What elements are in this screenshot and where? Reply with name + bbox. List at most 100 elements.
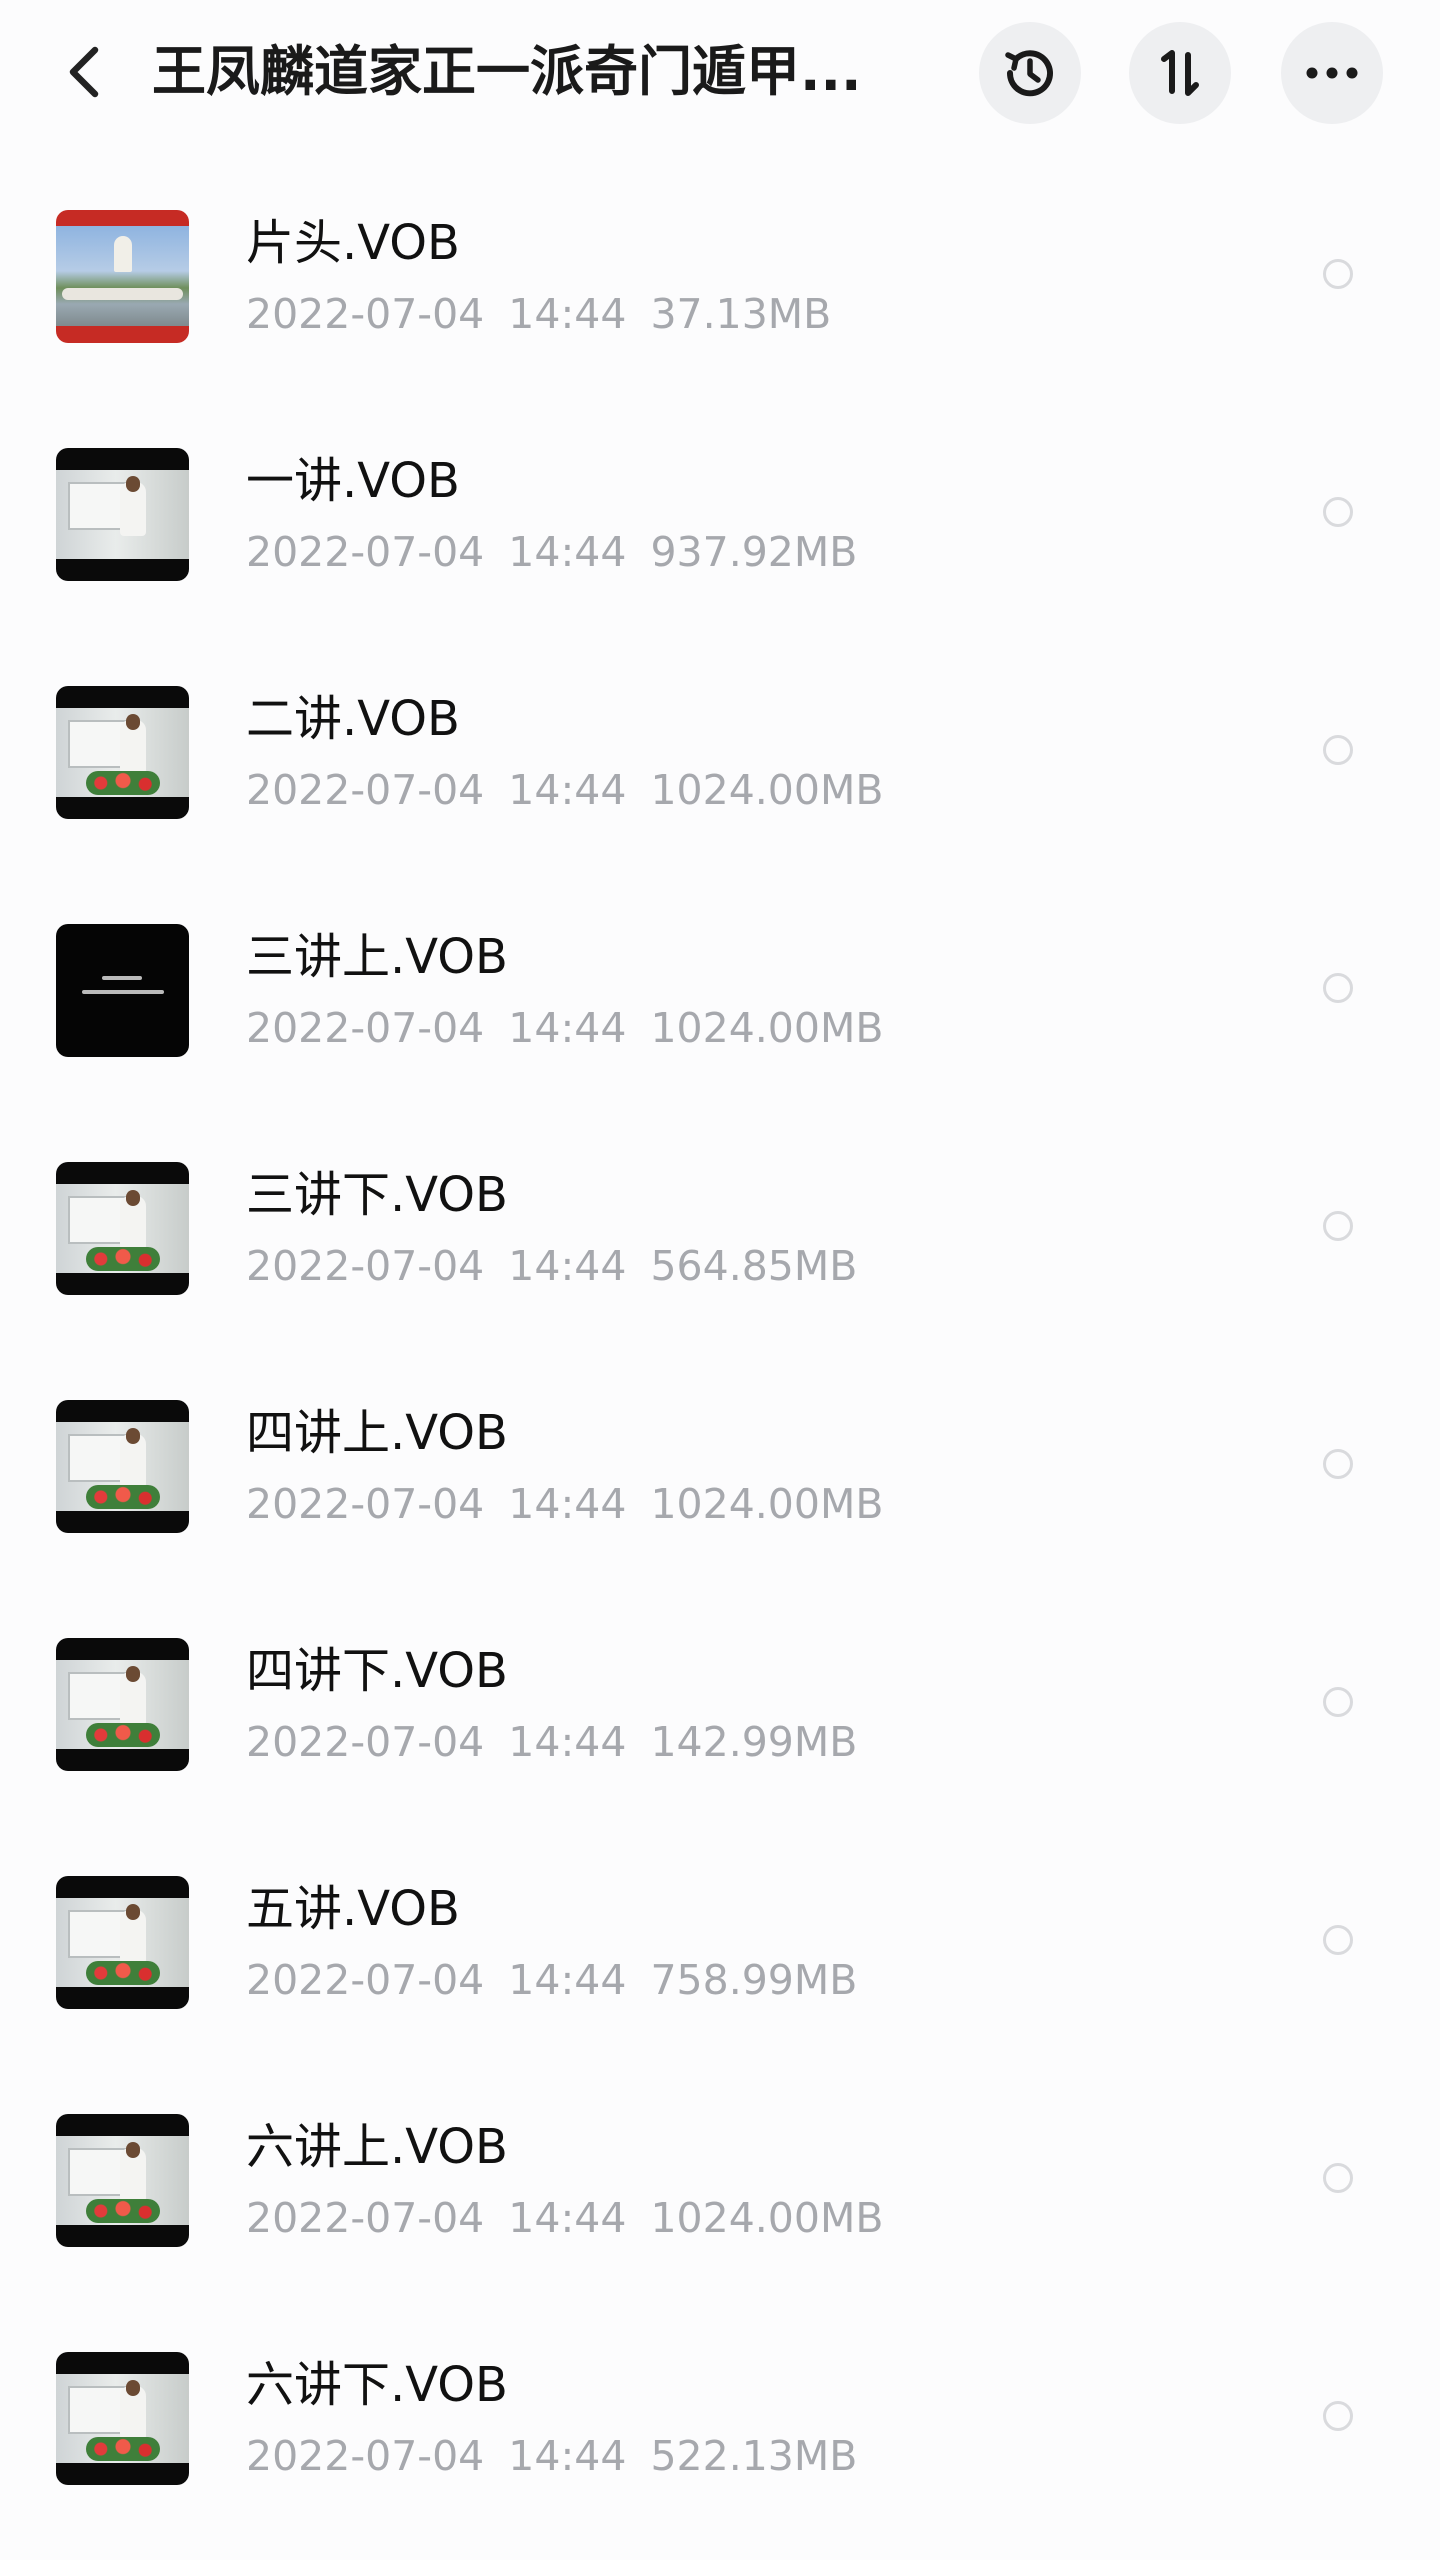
file-name: 六讲下.VOB	[246, 2357, 508, 2413]
select-radio[interactable]	[1323, 259, 1353, 289]
chevron-left-icon	[69, 46, 99, 98]
top-bar: 王凤麟道家正一派奇门遁甲...	[0, 0, 1440, 150]
file-date: 2022-07-04	[246, 2194, 485, 2242]
select-radio[interactable]	[1323, 1449, 1353, 1479]
file-meta: 2022-07-04 14:44 1024.00MB	[246, 762, 908, 818]
file-meta: 2022-07-04 14:44 1024.00MB	[246, 2190, 908, 2246]
select-radio[interactable]	[1323, 1211, 1353, 1241]
file-size: 522.13MB	[650, 2432, 858, 2480]
file-name: 三讲上.VOB	[246, 929, 508, 985]
file-date: 2022-07-04	[246, 1480, 485, 1528]
video-thumbnail	[56, 924, 189, 1057]
select-radio[interactable]	[1323, 1687, 1353, 1717]
file-name: 片头.VOB	[246, 215, 460, 271]
lecturer-head	[126, 476, 140, 492]
file-date: 2022-07-04	[246, 1718, 485, 1766]
sort-arrows-icon	[1161, 50, 1199, 96]
lecturer-head	[126, 2380, 140, 2396]
file-name: 三讲下.VOB	[246, 1167, 508, 1223]
file-time: 14:44	[508, 1242, 627, 1290]
file-row[interactable]: 六讲下.VOB 2022-07-04 14:44 522.13MB	[0, 2322, 1440, 2560]
file-meta: 2022-07-04 14:44 1024.00MB	[246, 1000, 908, 1056]
file-name: 四讲下.VOB	[246, 1643, 508, 1699]
file-size: 1024.00MB	[650, 1480, 884, 1528]
file-time: 14:44	[508, 766, 627, 814]
select-radio[interactable]	[1323, 2401, 1353, 2431]
lecturer-head	[126, 714, 140, 730]
video-thumbnail	[56, 448, 189, 581]
file-meta: 2022-07-04 14:44 1024.00MB	[246, 1476, 908, 1532]
lecturer-head	[126, 2142, 140, 2158]
file-meta: 2022-07-04 14:44 522.13MB	[246, 2428, 881, 2484]
file-size: 142.99MB	[650, 1718, 858, 1766]
file-date: 2022-07-04	[246, 2432, 485, 2480]
bridge-shape	[62, 288, 183, 300]
file-size: 1024.00MB	[650, 1004, 884, 1052]
flowers-shape	[86, 1961, 160, 1985]
file-row[interactable]: 六讲上.VOB 2022-07-04 14:44 1024.00MB	[0, 2084, 1440, 2322]
select-radio[interactable]	[1323, 973, 1353, 1003]
file-size: 758.99MB	[650, 1956, 858, 2004]
file-time: 14:44	[508, 290, 627, 338]
file-row[interactable]: 一讲.VOB 2022-07-04 14:44 937.92MB	[0, 418, 1440, 656]
file-date: 2022-07-04	[246, 528, 485, 576]
lecturer-head	[126, 1428, 140, 1444]
file-name: 六讲上.VOB	[246, 2119, 508, 2175]
video-thumbnail	[56, 1162, 189, 1295]
file-time: 14:44	[508, 2432, 627, 2480]
video-thumbnail	[56, 686, 189, 819]
file-date: 2022-07-04	[246, 1956, 485, 2004]
file-size: 937.92MB	[650, 528, 858, 576]
file-row[interactable]: 四讲上.VOB 2022-07-04 14:44 1024.00MB	[0, 1370, 1440, 1608]
file-date: 2022-07-04	[246, 766, 485, 814]
history-button[interactable]	[979, 22, 1081, 124]
file-size: 1024.00MB	[650, 2194, 884, 2242]
select-radio[interactable]	[1323, 2163, 1353, 2193]
file-row[interactable]: 三讲上.VOB 2022-07-04 14:44 1024.00MB	[0, 894, 1440, 1132]
flowers-shape	[86, 2199, 160, 2223]
video-thumbnail	[56, 2352, 189, 2485]
file-time: 14:44	[508, 1718, 627, 1766]
file-meta: 2022-07-04 14:44 758.99MB	[246, 1952, 881, 2008]
file-row[interactable]: 三讲下.VOB 2022-07-04 14:44 564.85MB	[0, 1132, 1440, 1370]
select-radio[interactable]	[1323, 1925, 1353, 1955]
file-meta: 2022-07-04 14:44 142.99MB	[246, 1714, 881, 1770]
flowers-shape	[86, 2437, 160, 2461]
file-row[interactable]: 五讲.VOB 2022-07-04 14:44 758.99MB	[0, 1846, 1440, 2084]
file-date: 2022-07-04	[246, 1242, 485, 1290]
back-button[interactable]	[56, 40, 112, 104]
caption-line	[102, 976, 142, 980]
more-button[interactable]	[1281, 22, 1383, 124]
file-name: 二讲.VOB	[246, 691, 460, 747]
select-radio[interactable]	[1323, 497, 1353, 527]
flowers-shape	[86, 1485, 160, 1509]
file-list: 片头.VOB 2022-07-04 14:44 37.13MB 一讲.VOB 2022-0…	[0, 180, 1440, 2560]
file-size: 37.13MB	[650, 290, 832, 338]
caption-line	[82, 990, 164, 994]
file-time: 14:44	[508, 1004, 627, 1052]
flowers-shape	[86, 1723, 160, 1747]
file-row[interactable]: 四讲下.VOB 2022-07-04 14:44 142.99MB	[0, 1608, 1440, 1846]
lecturer-head	[126, 1666, 140, 1682]
file-row[interactable]: 片头.VOB 2022-07-04 14:44 37.13MB	[0, 180, 1440, 418]
file-name: 一讲.VOB	[246, 453, 460, 509]
file-name: 四讲上.VOB	[246, 1405, 508, 1461]
file-meta: 2022-07-04 14:44 564.85MB	[246, 1238, 881, 1294]
pagoda-shape	[114, 236, 132, 272]
file-row[interactable]: 二讲.VOB 2022-07-04 14:44 1024.00MB	[0, 656, 1440, 894]
lecturer-head	[126, 1190, 140, 1206]
file-name: 五讲.VOB	[246, 1881, 460, 1937]
page-title: 王凤麟道家正一派奇门遁甲...	[152, 40, 862, 103]
file-size: 1024.00MB	[650, 766, 884, 814]
file-time: 14:44	[508, 528, 627, 576]
file-time: 14:44	[508, 2194, 627, 2242]
file-date: 2022-07-04	[246, 1004, 485, 1052]
video-thumbnail	[56, 2114, 189, 2247]
flowers-shape	[86, 1247, 160, 1271]
flowers-shape	[86, 771, 160, 795]
file-time: 14:44	[508, 1956, 627, 2004]
more-dots-icon	[1306, 67, 1358, 79]
select-radio[interactable]	[1323, 735, 1353, 765]
sort-button[interactable]	[1129, 22, 1231, 124]
file-date: 2022-07-04	[246, 290, 485, 338]
